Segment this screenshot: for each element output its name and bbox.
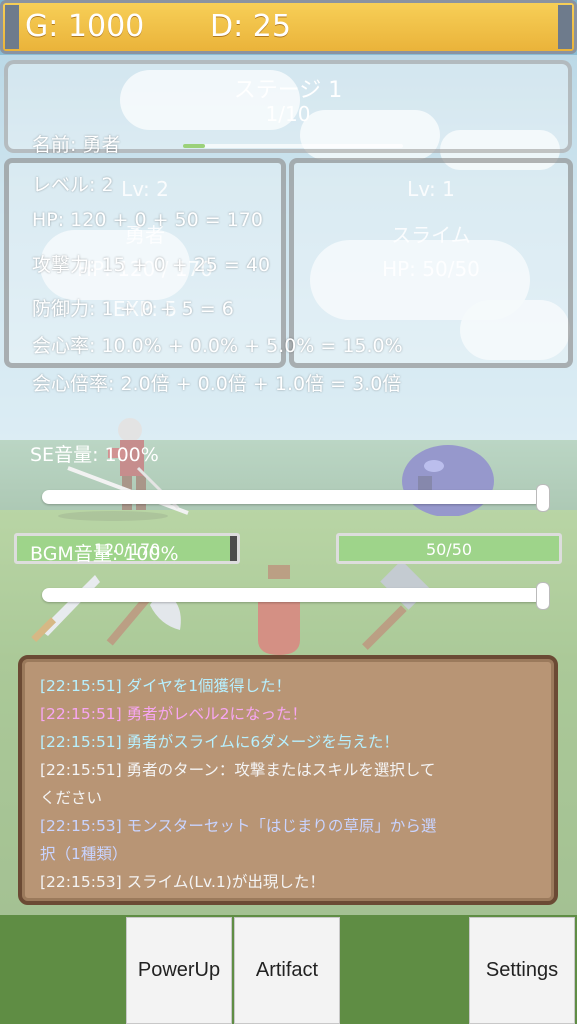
enemy-card-name: スライム xyxy=(391,223,471,247)
stage-progress-fill xyxy=(183,144,205,148)
log-entry: [22:15:51] 勇者のターン：攻撃またはスキルを選択して xyxy=(40,757,540,784)
stage-progress-text: 1/10 xyxy=(265,102,311,126)
bar-right-cap xyxy=(558,5,572,49)
log-entry: [22:15:51] ダイヤを1個獲得した！ xyxy=(40,673,540,700)
log-message: ください xyxy=(40,789,103,807)
log-entry: [22:15:51] 勇者がレベル2になった！ xyxy=(40,701,540,728)
log-timestamp: [22:15:53] xyxy=(40,817,122,835)
stat-name: 名前: 勇者 xyxy=(32,134,121,156)
log-entry: [22:15:53] モンスターセット「はじまりの草原」から選 xyxy=(40,813,540,840)
bgm-volume-slider[interactable] xyxy=(42,582,550,610)
stat-defense: 防御力: 1 + 0 + 5 = 6 xyxy=(32,298,234,320)
log-timestamp: [22:15:53] xyxy=(40,873,122,891)
currency-bar: G: 1000 D: 25 xyxy=(0,0,577,54)
stat-attack: 攻撃力: 15 + 0 + 25 = 40 xyxy=(32,254,271,276)
bgm-volume-handle[interactable] xyxy=(536,582,550,610)
log-timestamp: [22:15:51] xyxy=(40,705,122,723)
stat-crit-rate: 会心率: 10.0% + 0.0% + 5.0% = 15.0% xyxy=(32,335,403,357)
log-entry: ください xyxy=(40,785,540,812)
settings-button[interactable]: Settings xyxy=(469,917,575,1024)
log-message: 択（1種類） xyxy=(40,845,128,863)
log-entry: [22:15:53] スライム(Lv.1)が出現した！ xyxy=(40,869,540,896)
bgm-volume-label: BGM音量: 100% xyxy=(30,543,179,565)
battle-log[interactable]: [22:15:51] ダイヤを1個獲得した！ [22:15:51] 勇者がレベル2… xyxy=(18,655,558,905)
artifact-button[interactable]: Artifact xyxy=(234,917,340,1024)
enemy-card-level: Lv: 1 xyxy=(407,177,455,201)
stage-progress-bar xyxy=(183,144,403,148)
enemy-hp-text: 50/50 xyxy=(425,540,473,559)
log-message: モンスターセット「はじまりの草原」から選 xyxy=(126,817,437,835)
log-message: スライム(Lv.1)が出現した！ xyxy=(126,873,325,891)
log-entry: [22:15:51] 勇者がスライムに6ダメージを与えた！ xyxy=(40,729,540,756)
enemy-card-hp: HP: 50/50 xyxy=(382,257,480,281)
se-volume-slider[interactable] xyxy=(42,484,550,512)
log-message: ダイヤを1個獲得した！ xyxy=(126,677,292,695)
powerup-button[interactable]: PowerUp xyxy=(126,917,232,1024)
log-timestamp: [22:15:51] xyxy=(40,677,122,695)
diamond-counter: D: 25 xyxy=(210,9,291,44)
stat-hp: HP: 120 + 0 + 50 = 170 xyxy=(32,209,263,231)
enemy-hp-bar: 50/50 xyxy=(336,533,562,564)
gold-counter: G: 1000 xyxy=(25,9,145,44)
se-volume-handle[interactable] xyxy=(536,484,550,512)
stage-title: ステージ 1 xyxy=(233,78,343,103)
log-message: 勇者がスライムに6ダメージを与えた！ xyxy=(126,733,399,751)
log-timestamp: [22:15:51] xyxy=(40,733,122,751)
stat-level: レベル: 2 xyxy=(32,174,114,196)
se-volume-label: SE音量: 100% xyxy=(30,444,159,466)
bar-left-cap xyxy=(5,5,19,49)
log-timestamp: [22:15:51] xyxy=(40,761,122,779)
log-message: 勇者がレベル2になった！ xyxy=(126,705,308,723)
log-message: 勇者のターン：攻撃またはスキルを選択して xyxy=(126,761,436,779)
stat-crit-multiplier: 会心倍率: 2.0倍 + 0.0倍 + 1.0倍 = 3.0倍 xyxy=(32,373,402,395)
log-entry: 択（1種類） xyxy=(40,841,540,868)
